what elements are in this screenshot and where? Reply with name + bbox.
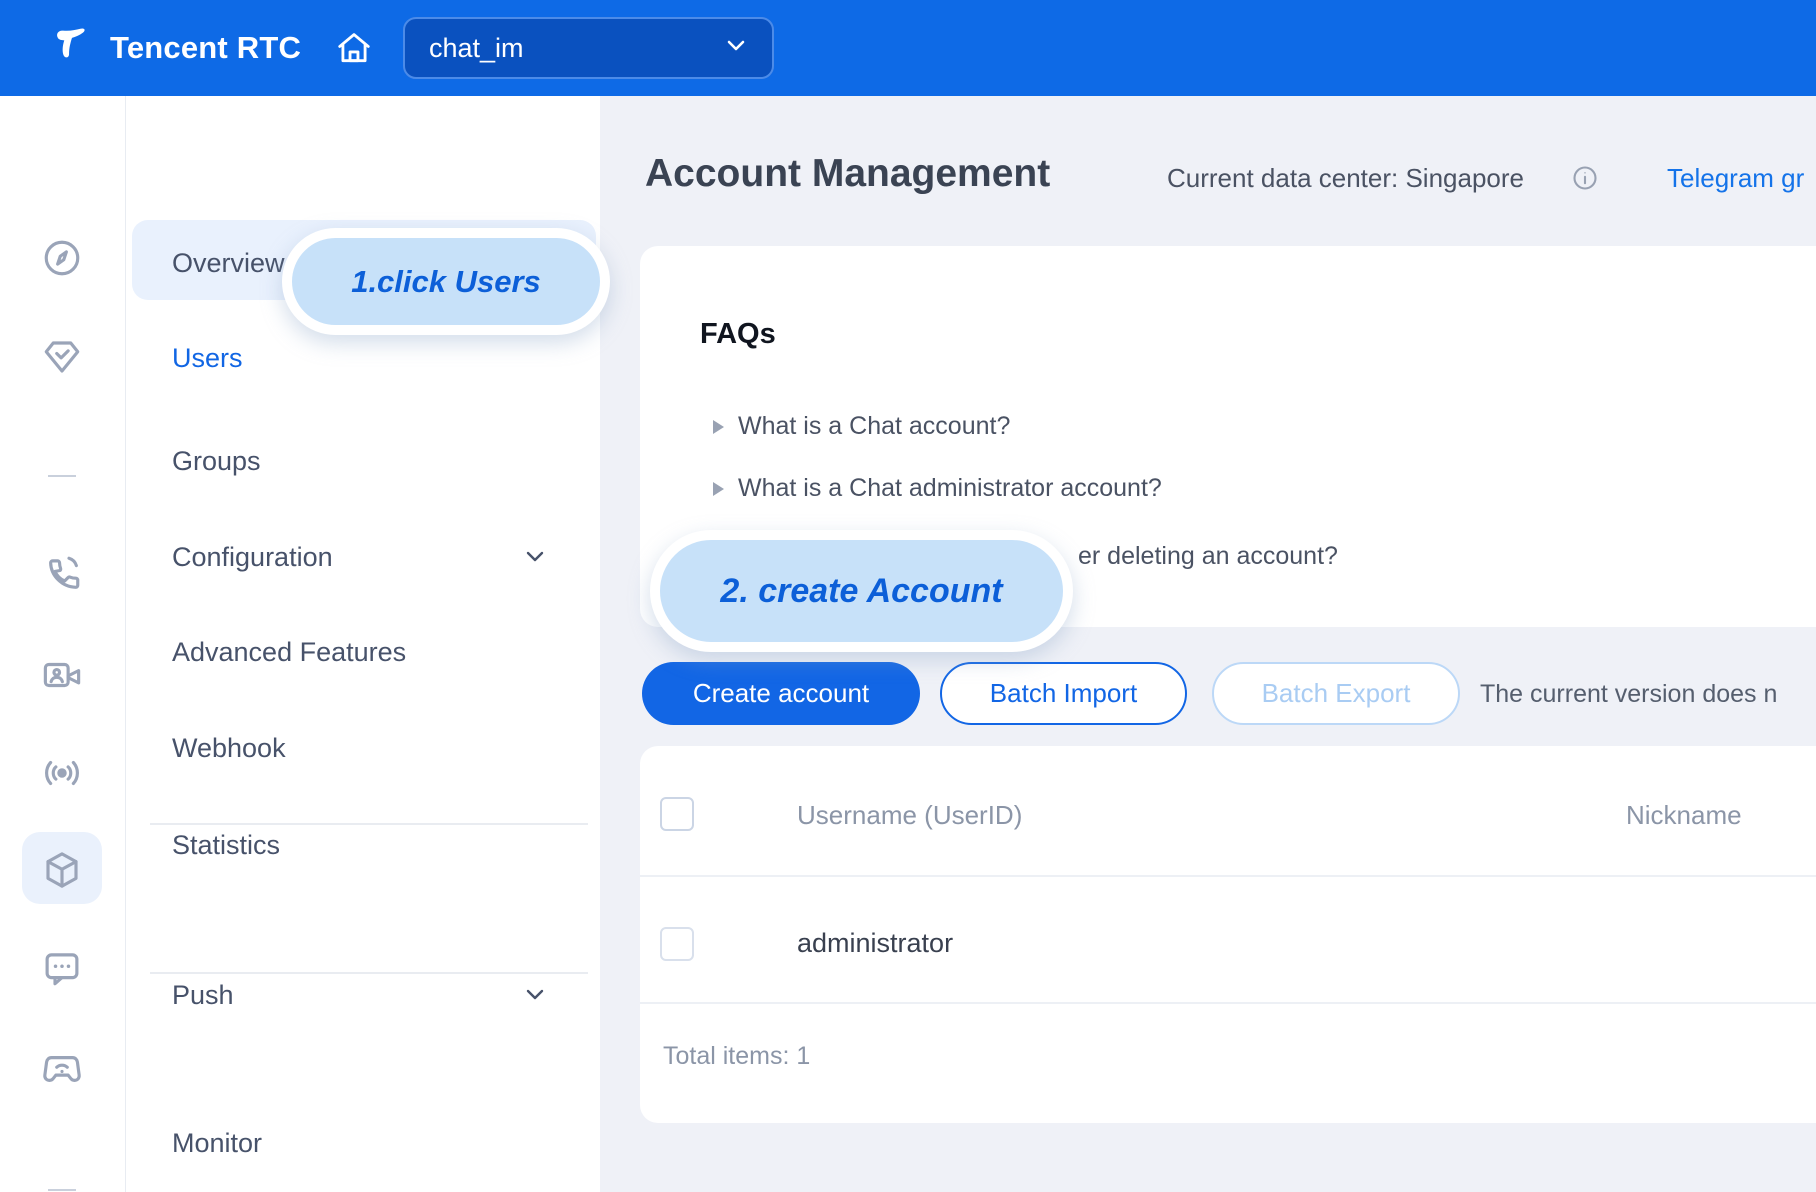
faq-question: What is a Chat administrator account? xyxy=(738,474,1162,503)
sidebar-item-label: Push xyxy=(172,980,524,1011)
create-account-button[interactable]: Create account xyxy=(642,662,920,725)
phone-icon[interactable] xyxy=(34,546,90,602)
version-note-text: The current version does n xyxy=(1480,680,1777,709)
info-icon[interactable] xyxy=(1571,164,1599,192)
sidebar-item-label: Groups xyxy=(172,446,572,477)
tencent-rtc-logo-icon xyxy=(52,24,96,73)
triangle-right-icon xyxy=(713,420,724,434)
telegram-group-link[interactable]: Telegram gr xyxy=(1667,163,1804,194)
sidebar-item-advanced-features[interactable]: Advanced Features xyxy=(172,635,572,669)
top-header-bar: Tencent RTC chat_im xyxy=(0,0,1816,96)
faq-item-partially-covered[interactable]: er deleting an account? xyxy=(1078,542,1338,571)
sidebar-item-push[interactable]: Push xyxy=(172,978,572,1012)
app-selector-dropdown[interactable]: chat_im xyxy=(403,17,774,79)
faq-heading: FAQs xyxy=(700,318,776,351)
annotation-text: 2. create Account xyxy=(720,572,1002,611)
chevron-down-icon xyxy=(724,38,748,59)
sidebar-item-label: Users xyxy=(172,343,572,374)
triangle-right-icon xyxy=(713,482,724,496)
rail-divider xyxy=(48,1189,76,1191)
brand-name: Tencent RTC xyxy=(110,30,301,66)
faq-question-fragment: er deleting an account? xyxy=(1078,542,1338,571)
app-selector-value: chat_im xyxy=(429,33,724,64)
page-title: Account Management xyxy=(645,152,1050,196)
sidebar-item-monitor[interactable]: Monitor xyxy=(172,1126,572,1160)
annotation-bubble-step1: 1.click Users xyxy=(282,228,610,335)
column-header-username: Username (UserID) xyxy=(797,800,1022,831)
annotation-bubble-step2: 2. create Account xyxy=(650,530,1073,652)
faq-question: What is a Chat account? xyxy=(738,412,1010,441)
icon-rail xyxy=(0,96,126,1192)
sidebar-item-webhook[interactable]: Webhook xyxy=(172,731,572,765)
data-center-label: Current data center: Singapore xyxy=(1167,163,1524,194)
annotation-text: 1.click Users xyxy=(351,264,541,300)
brand: Tencent RTC xyxy=(52,0,301,96)
home-icon[interactable] xyxy=(334,28,374,68)
game-controller-icon[interactable] xyxy=(34,1041,90,1097)
column-header-nickname: Nickname xyxy=(1626,800,1742,831)
chat-icon[interactable] xyxy=(34,940,90,996)
diamond-check-icon[interactable] xyxy=(34,329,90,385)
faq-item[interactable]: What is a Chat account? xyxy=(713,412,1010,441)
table-divider xyxy=(640,1002,1816,1004)
sidebar-item-users[interactable]: Users xyxy=(172,341,572,375)
sidebar-divider xyxy=(150,823,588,825)
row-checkbox[interactable] xyxy=(660,927,694,961)
faq-item[interactable]: What is a Chat administrator account? xyxy=(713,474,1162,503)
batch-export-button-disabled: Batch Export xyxy=(1212,662,1460,725)
sidebar-item-label: Configuration xyxy=(172,542,524,573)
table-cell-username: administrator xyxy=(797,928,953,959)
video-call-icon[interactable] xyxy=(34,647,90,703)
sidebar-item-label: Webhook xyxy=(172,733,572,764)
sidebar-item-configuration[interactable]: Configuration xyxy=(172,540,572,574)
table-divider xyxy=(640,875,1816,877)
sidebar-item-label: Statistics xyxy=(172,830,572,861)
sidebar-item-statistics[interactable]: Statistics xyxy=(172,828,572,862)
cube-icon[interactable] xyxy=(34,842,90,898)
broadcast-icon[interactable] xyxy=(34,745,90,801)
sidebar-item-groups[interactable]: Groups xyxy=(172,444,572,478)
compass-icon[interactable] xyxy=(34,230,90,286)
rail-divider xyxy=(48,475,76,477)
total-items-label: Total items: 1 xyxy=(663,1042,810,1071)
sidebar-item-label: Advanced Features xyxy=(172,637,572,668)
select-all-checkbox[interactable] xyxy=(660,797,694,831)
chevron-down-icon xyxy=(524,550,546,564)
sidebar-divider xyxy=(150,972,588,974)
sidebar-item-label: Monitor xyxy=(172,1128,572,1159)
chevron-down-icon xyxy=(524,988,546,1002)
batch-import-button[interactable]: Batch Import xyxy=(940,662,1187,725)
